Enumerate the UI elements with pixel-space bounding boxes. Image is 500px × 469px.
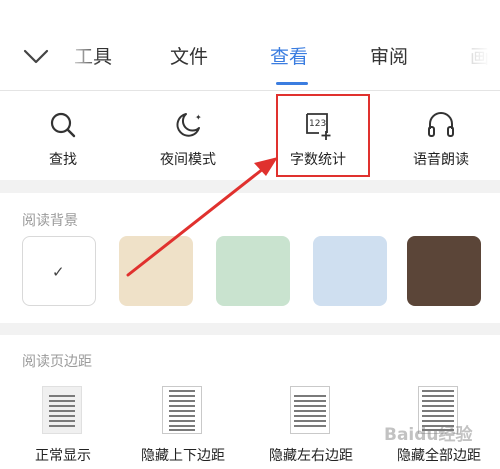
margin-option-normal[interactable]: 正常显示 [8,382,118,469]
section-title: 阅读背景 [22,213,78,229]
page-preview-icon [162,386,202,434]
find-label: 查找 [49,152,77,168]
moon-icon: ✦ [176,113,202,137]
margin-option-hide-left-right[interactable]: 隐藏左右边距 [256,382,366,469]
status-bar [0,0,500,23]
chevron-down-icon[interactable] [22,44,50,68]
page-preview-icon [42,386,82,434]
search-icon [50,112,76,138]
swatch-blue[interactable] [313,236,387,306]
swatch-green[interactable] [216,236,290,306]
headphones-icon [428,112,454,137]
margin-option-label: 隐藏上下边距 [141,448,225,464]
check-icon: ✓ [52,263,65,281]
read-aloud-label: 语音朗读 [413,152,469,168]
watermark: Baidu经验 [384,425,473,445]
page-preview-icon [290,386,330,434]
margin-option-label: 隐藏全部边距 [397,448,481,464]
tab-fade-left [60,22,100,90]
section-divider [0,180,500,193]
ribbon-tab-bar: 工具 文件 查看 审阅 画笔 [0,22,500,91]
find-button[interactable]: 查找 [8,91,118,180]
night-mode-button[interactable]: ✦ 夜间模式 [133,91,243,180]
tab-review[interactable]: 审阅 [370,42,408,69]
active-tab-indicator [276,82,308,85]
read-aloud-button[interactable]: 语音朗读 [386,91,496,180]
margin-option-label: 正常显示 [35,448,91,464]
night-mode-label: 夜间模式 [160,152,216,168]
highlight-box [276,94,370,177]
swatch-beige[interactable] [119,236,193,306]
swatch-white[interactable]: ✓ [22,236,96,306]
tab-fade-right [452,22,500,90]
svg-text:✦: ✦ [195,113,202,122]
view-toolbar: 查找 ✦ 夜间模式 123 字数统计 语音朗读 [0,91,500,180]
tab-view[interactable]: 查看 [270,42,308,69]
margin-option-hide-top-bottom[interactable]: 隐藏上下边距 [128,382,238,469]
section-divider [0,323,500,335]
tab-file[interactable]: 文件 [170,42,208,69]
section-title: 阅读页边距 [22,354,92,370]
swatch-brown[interactable] [407,236,481,306]
margin-option-label: 隐藏左右边距 [269,448,353,464]
